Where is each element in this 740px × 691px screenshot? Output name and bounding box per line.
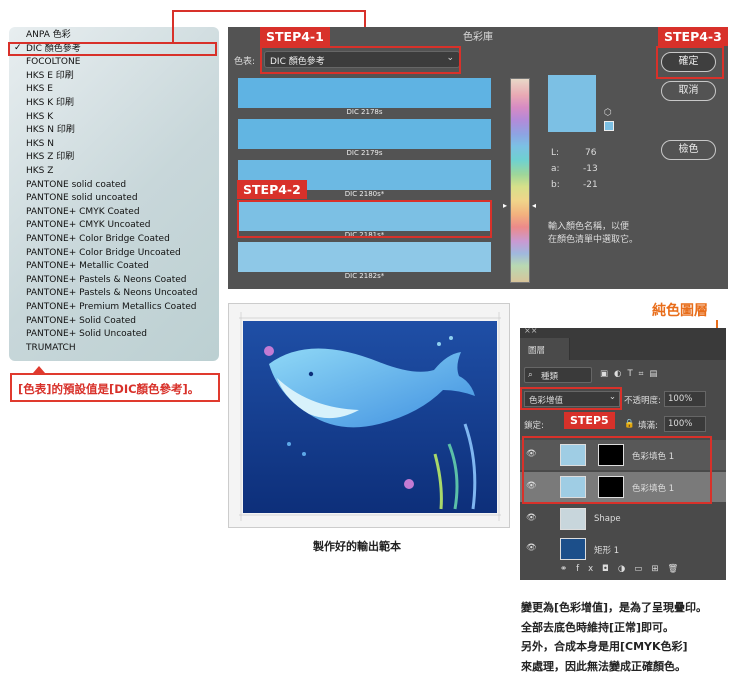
lab-b-value: -21 [583, 180, 598, 190]
library-menu-item[interactable]: PANTONE+ Pastels & Neons Coated [26, 274, 186, 287]
library-label: 色表: [234, 57, 256, 67]
selected-library-highlight [8, 42, 217, 56]
step5-label: STEP5 [564, 412, 615, 429]
step41-highlight [260, 46, 461, 74]
lock-label: 鎖定: [524, 421, 544, 431]
fill-layers-highlight [522, 436, 712, 504]
color-swatch[interactable] [238, 242, 491, 272]
explanation-line: 全部去底色時維持[正常]即可。 [521, 620, 675, 634]
library-menu-item[interactable]: PANTONE+ CMYK Coated [26, 206, 140, 219]
filter-icons[interactable]: ▣◐T⌗▤ [600, 369, 663, 379]
library-menu-item[interactable]: HKS E [26, 83, 53, 96]
opacity-value: 100% [668, 394, 693, 404]
filter-value: 種類 [541, 372, 559, 382]
opacity-input[interactable]: 100% [664, 391, 706, 407]
cancel-button[interactable]: 取消 [661, 81, 716, 101]
panel-footer-icons[interactable]: ⚭fx◘◑▭⊞🗑 [560, 564, 687, 574]
tab-layers[interactable]: 圖層 [520, 338, 570, 360]
slider-right-arrow-icon: ◂ [532, 201, 537, 210]
color-library-menu[interactable]: ANPA 色彩 DIC 顏色參考 ✓ FOCOLTONE HKS E 印刷 HKS E HK… [9, 27, 219, 361]
library-menu-item[interactable]: HKS Z 印刷 [26, 151, 74, 164]
library-menu-item[interactable]: FOCOLTONE [26, 56, 80, 69]
step42-label: STEP4-2 [237, 180, 307, 199]
library-menu-item[interactable]: PANTONE solid uncoated [26, 192, 138, 205]
color-preview [548, 75, 596, 132]
step41-label: STEP4-1 [260, 27, 330, 46]
filter-select[interactable]: ⌕ 種類 [524, 367, 592, 383]
layer-row[interactable]: 👁 矩形 1 [520, 534, 726, 564]
lab-l-value: 76 [585, 148, 597, 158]
step43-label: STEP4-3 [658, 27, 728, 46]
color-spectrum-slider[interactable] [510, 78, 530, 283]
library-menu-item[interactable]: PANTONE+ Solid Uncoated [26, 328, 147, 341]
library-menu-item[interactable]: HKS K [26, 111, 53, 124]
layer-name: Shape [594, 514, 621, 524]
layer-name: 矩形 1 [594, 546, 620, 556]
library-menu-item[interactable]: PANTONE+ Pastels & Neons Uncoated [26, 287, 197, 300]
tab-layers-label: 圖層 [528, 346, 546, 356]
library-menu-item[interactable]: PANTONE+ Solid Coated [26, 315, 136, 328]
slider-left-arrow-icon: ▸ [503, 201, 508, 210]
explanation-line: 來處理，因此無法變成正確顏色。 [521, 659, 686, 673]
lab-l-label: L: [551, 148, 560, 158]
lock-icon[interactable]: 🔒 [624, 419, 635, 429]
sample-caption: 製作好的輸出範本 [313, 540, 401, 553]
lab-b-label: b: [551, 180, 560, 190]
layer-row[interactable]: 👁 Shape [520, 504, 726, 534]
color-swatch[interactable] [238, 119, 491, 149]
fill-label: 填滿: [638, 421, 658, 431]
multiply-explanation: 變更為[色彩增值]，是為了呈現疊印。 全部去底色時維持[正常]即可。 另外，合成… [521, 598, 707, 676]
library-default-caption: [色表]的預設值是[DIC顏色參考]。 [10, 373, 220, 402]
hint-line: 在顏色清單中選取它。 [548, 235, 639, 245]
library-menu-item[interactable]: HKS N [26, 138, 54, 151]
color-picker-button[interactable]: 檢色 [661, 140, 716, 160]
library-menu-item[interactable]: PANTONE+ Metallic Coated [26, 260, 149, 273]
library-menu-item[interactable]: HKS Z [26, 165, 53, 178]
ok-button[interactable]: 確定 [661, 52, 716, 72]
explanation-line: 變更為[色彩增值]，是為了呈現疊印。 [521, 601, 708, 614]
library-menu-item[interactable]: PANTONE+ CMYK Uncoated [26, 219, 151, 232]
eye-icon[interactable]: 👁 [526, 543, 537, 553]
explanation-line: 另外，合成本身是用[CMYK色彩] [521, 640, 688, 653]
swatch-label: DIC 2182s* [344, 272, 385, 280]
layers-panel: ×× 圖層 ⌕ 種類 ▣◐T⌗▤ 色彩增值 ⌄ 不透明度: 100% STEP5… [520, 326, 726, 580]
color-library-dialog: 色彩庫 色表: DIC 顏色參考 ⌄ STEP4-1 DIC 2178s DIC … [228, 27, 728, 289]
collapse-icon[interactable]: ×× [524, 326, 537, 335]
library-menu-item[interactable]: HKS K 印刷 [26, 97, 74, 110]
library-menu-item[interactable]: PANTONE+ Color Bridge Coated [26, 233, 170, 246]
panel-header: ×× [520, 326, 726, 338]
library-menu-item[interactable]: HKS N 印刷 [26, 124, 75, 137]
library-menu-item[interactable]: TRUMATCH [26, 342, 76, 355]
cube-icon: ⬡ [604, 108, 612, 118]
lab-a-value: -13 [583, 164, 598, 174]
whale-illustration [239, 312, 501, 521]
hint-line: 輸入顏色名稱，以便 [548, 222, 630, 232]
fill-value: 100% [668, 419, 693, 429]
blend-mode-highlight [520, 387, 622, 410]
layer-thumbnail [560, 538, 586, 560]
solid-layer-title: 純色圖層 [652, 303, 708, 319]
output-sample-frame [228, 303, 510, 528]
search-icon: ⌕ [528, 370, 533, 380]
fill-input[interactable]: 100% [664, 416, 706, 432]
swatch-label: DIC 2178s [346, 108, 383, 116]
opacity-label: 不透明度: [624, 396, 661, 406]
tab-strip [570, 338, 726, 360]
caption-pointer-icon [33, 366, 45, 373]
step42-highlight [237, 200, 492, 238]
library-menu-item[interactable]: PANTONE solid coated [26, 179, 126, 192]
library-menu-item[interactable]: HKS E 印刷 [26, 70, 74, 83]
swatch-label: DIC 2179s [346, 149, 383, 157]
lab-a-label: a: [551, 164, 560, 174]
hint-text: 輸入顏色名稱，以便 在顏色清單中選取它。 [548, 221, 638, 247]
layer-thumbnail [560, 508, 586, 530]
library-menu-item[interactable]: PANTONE+ Color Bridge Uncoated [26, 247, 181, 260]
color-swatch[interactable] [238, 78, 491, 108]
websafe-swatch[interactable] [604, 121, 614, 131]
library-menu-item[interactable]: PANTONE+ Premium Metallics Coated [26, 301, 196, 314]
eye-icon[interactable]: 👁 [526, 513, 537, 523]
library-menu-item[interactable]: ANPA 色彩 [26, 29, 71, 42]
